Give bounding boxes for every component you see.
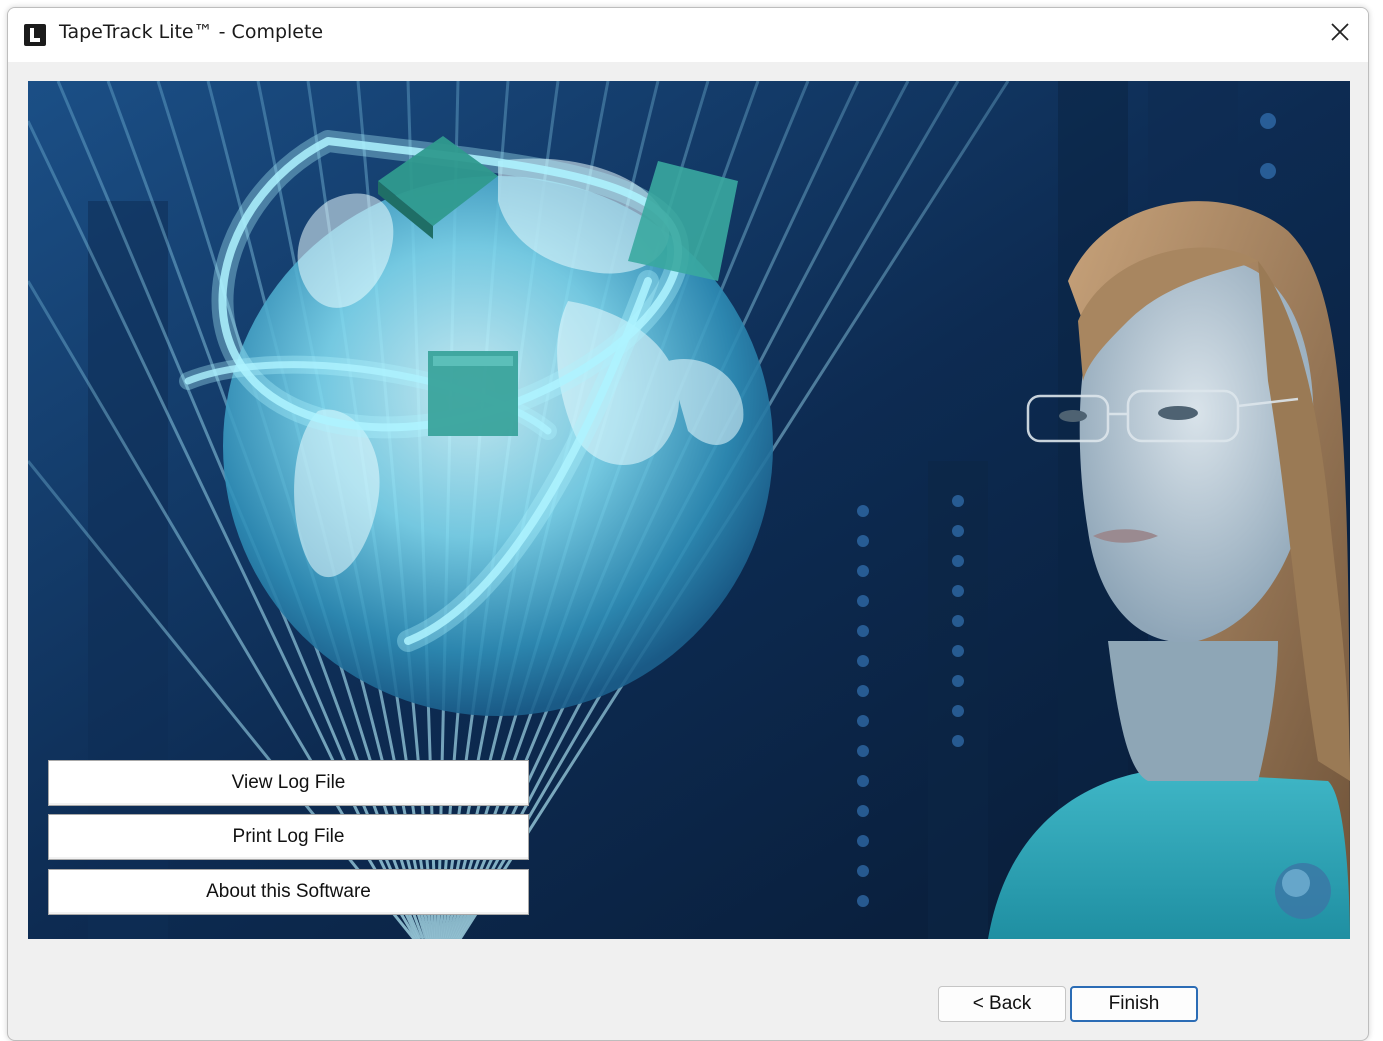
tapetrack-logo-icon — [24, 24, 46, 46]
close-button[interactable] — [1312, 8, 1368, 60]
print-log-file-button[interactable]: Print Log File — [48, 814, 529, 860]
close-icon — [1330, 22, 1350, 47]
back-button[interactable]: < Back — [938, 986, 1066, 1022]
window-title: TapeTrack Lite™ - Complete — [59, 21, 324, 43]
title-bar: TapeTrack Lite™ - Complete — [8, 8, 1368, 62]
view-log-file-button[interactable]: View Log File — [48, 760, 529, 806]
hero-banner-image — [28, 81, 1350, 939]
installer-window: TapeTrack Lite™ - Complete View Log File… — [7, 7, 1369, 1041]
about-software-button[interactable]: About this Software — [48, 869, 529, 915]
finish-button[interactable]: Finish — [1070, 986, 1198, 1022]
